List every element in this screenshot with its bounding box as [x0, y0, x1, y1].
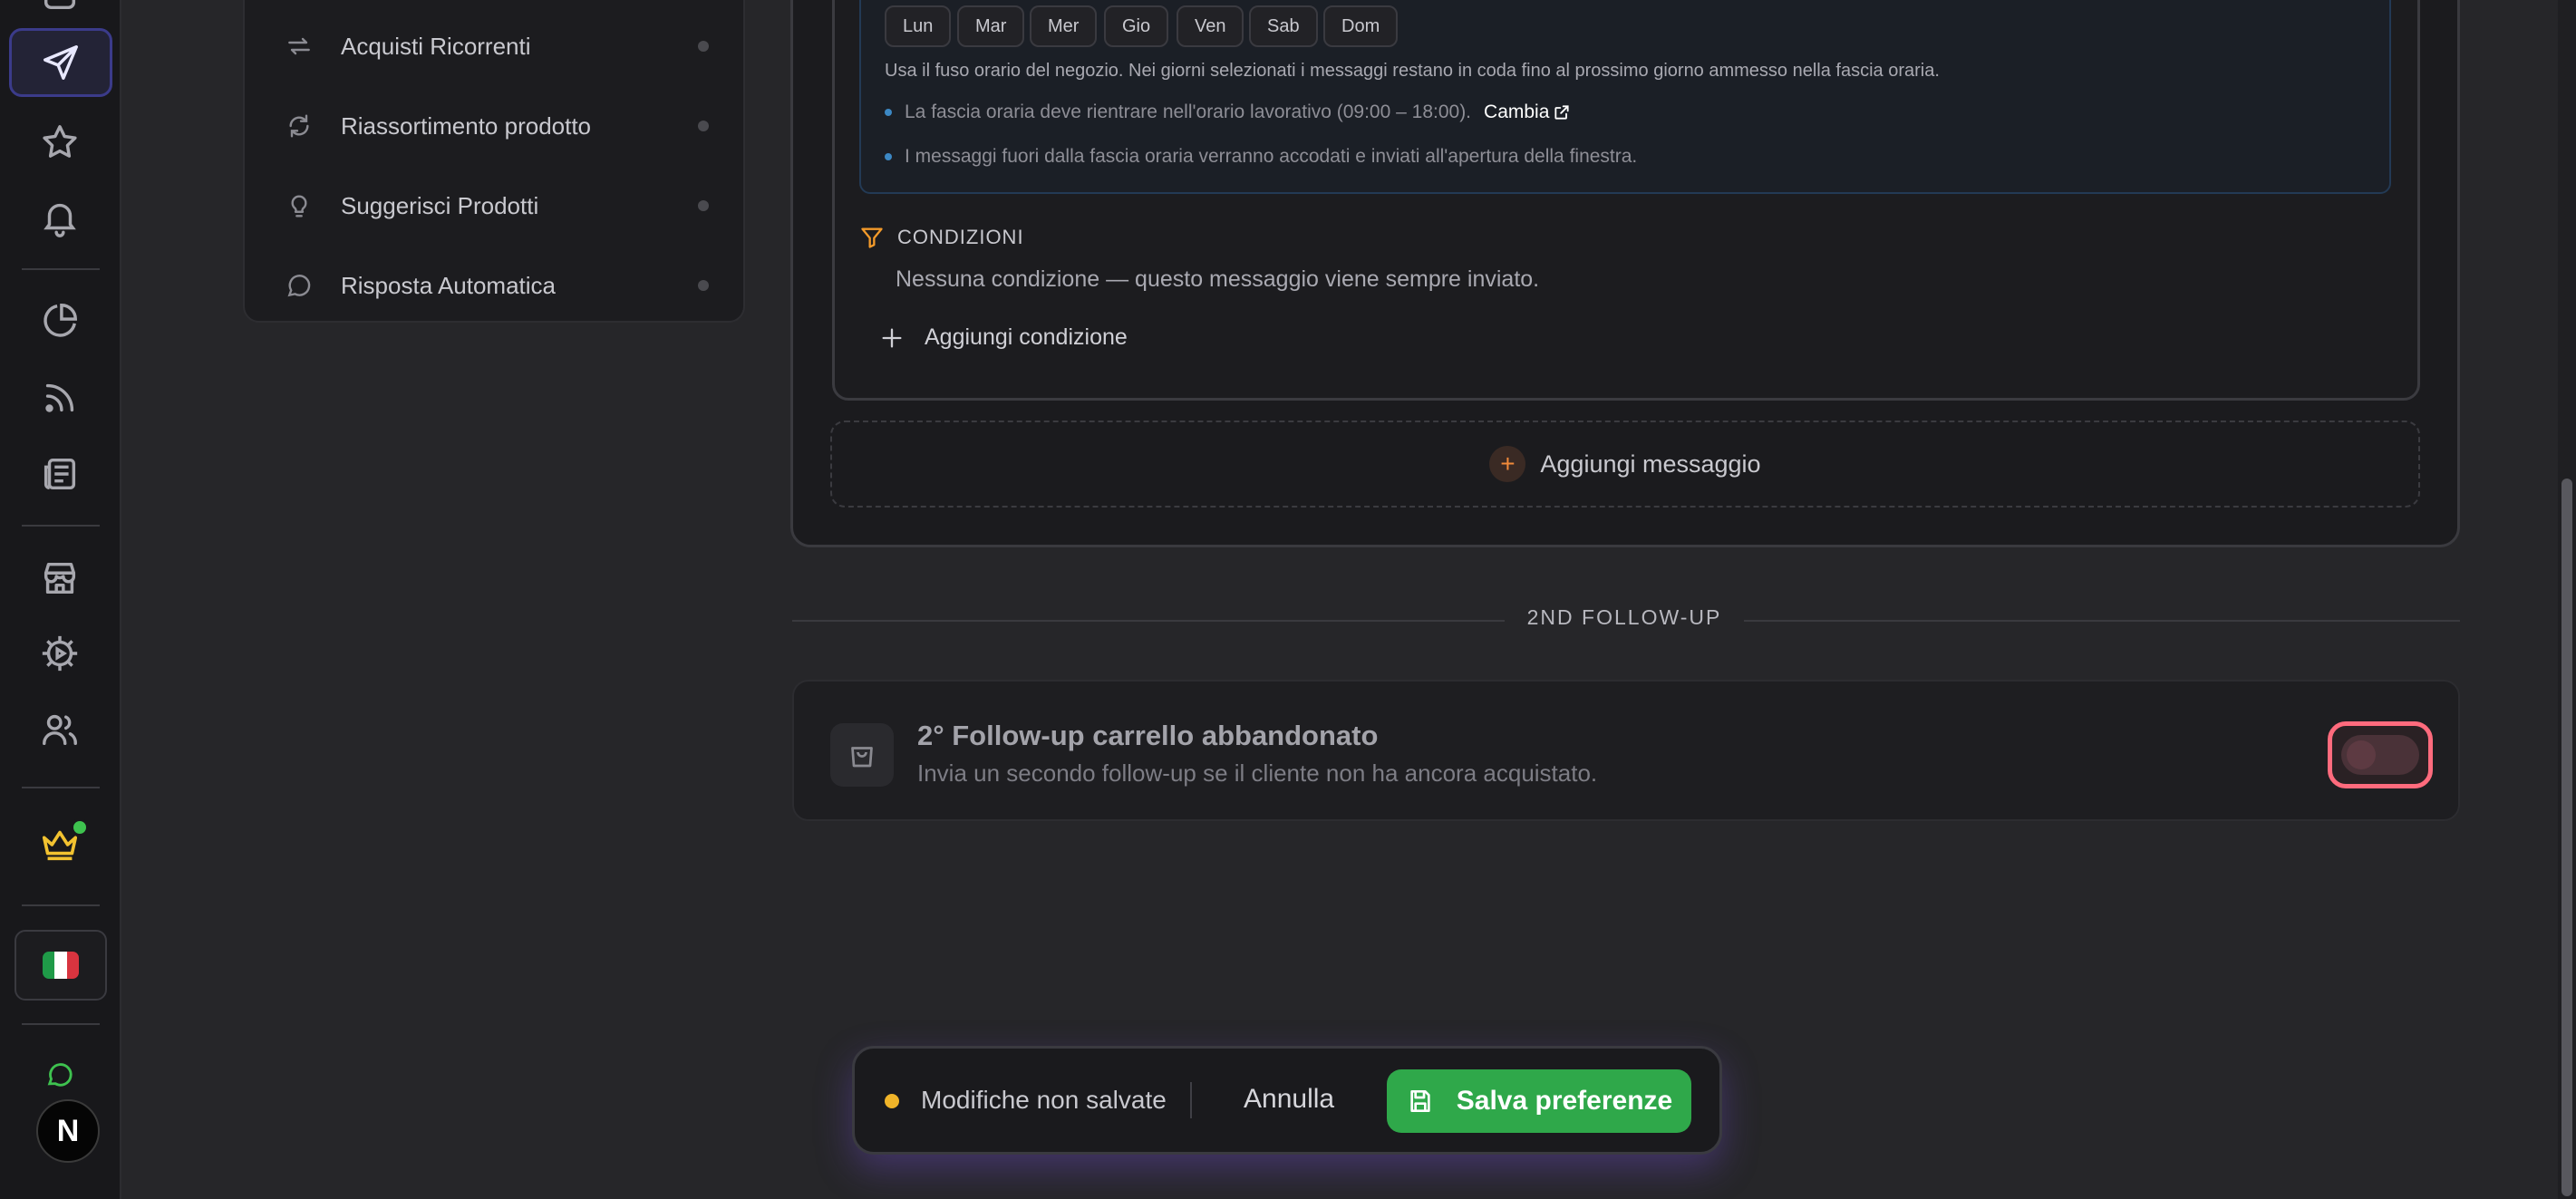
day-chip-sab[interactable]: Sab [1249, 5, 1318, 47]
add-condition-button[interactable]: Aggiungi condizione [879, 324, 1128, 351]
italy-flag-icon [43, 952, 79, 979]
rail-divider [22, 525, 100, 527]
add-message-button[interactable]: + Aggiungi messaggio [830, 421, 2420, 508]
status-dot [698, 121, 709, 131]
rail-divider [22, 787, 100, 788]
scrollbar-thumb[interactable] [2561, 479, 2572, 1196]
message-icon [285, 271, 314, 300]
schedule-bullet: I messaggi fuori dalla fascia oraria ver… [885, 146, 1637, 168]
nav-item-acquisti-ricorrenti[interactable]: Acquisti Ricorrenti [245, 10, 747, 82]
day-chip-mer[interactable]: Mer [1030, 5, 1098, 47]
refresh-icon [285, 111, 314, 140]
save-label: Salva preferenze [1456, 1086, 1673, 1116]
store-icon[interactable] [30, 548, 90, 608]
conditions-heading-label: CONDIZIONI [897, 226, 1024, 248]
day-chip-gio[interactable]: Gio [1104, 5, 1169, 47]
plus-icon [882, 328, 902, 347]
rail-divider [22, 268, 100, 270]
filter-icon [861, 227, 883, 248]
users-icon[interactable] [30, 700, 90, 759]
newspaper-icon[interactable] [30, 444, 90, 504]
pie-chart-icon[interactable] [30, 291, 90, 351]
rss-icon[interactable] [30, 368, 90, 428]
inbox-icon[interactable] [30, 0, 90, 24]
day-chip-ven[interactable]: Ven [1177, 5, 1244, 47]
unsaved-status: Modifiche non salvate [921, 1086, 1167, 1114]
nav-item-risposta-automatica[interactable]: Risposta Automatica [245, 249, 747, 322]
language-selector[interactable] [15, 930, 107, 1001]
toggle-knob [2347, 740, 2376, 769]
status-dot [698, 200, 709, 211]
bell-icon[interactable] [30, 188, 90, 247]
savebar-divider [1190, 1082, 1192, 1118]
cancel-button[interactable]: Annulla [1244, 1084, 1334, 1115]
star-icon[interactable] [30, 112, 90, 172]
conditions-empty-text: Nessuna condizione — questo messaggio vi… [896, 266, 1540, 292]
add-condition-label: Aggiungi condizione [925, 324, 1128, 350]
automation-nav: Acquisti Ricorrenti Riassortimento prodo… [243, 0, 745, 323]
bullet-text: La fascia oraria deve rientrare nell'ora… [905, 102, 1472, 122]
nav-item-label: Suggerisci Prodotti [341, 191, 539, 219]
nav-item-riassortimento[interactable]: Riassortimento prodotto [245, 90, 747, 162]
followup-2-toggle[interactable] [2341, 735, 2419, 775]
nav-item-label: Acquisti Ricorrenti [341, 32, 531, 60]
avatar[interactable]: N [36, 1099, 100, 1163]
app-rail: N [0, 0, 121, 1199]
status-dot [698, 280, 709, 291]
change-hours-link[interactable]: Cambia [1484, 102, 1571, 123]
unsaved-dot [885, 1094, 899, 1108]
plus-icon: + [1489, 446, 1526, 482]
section-divider-line [792, 620, 1505, 622]
day-chip-dom[interactable]: Dom [1323, 5, 1399, 47]
section-divider-line [1744, 620, 2460, 622]
followup-2-toggle-focus [2328, 721, 2433, 788]
save-icon [1410, 1090, 1430, 1112]
repeat-icon [285, 32, 314, 61]
conditions-heading: CONDIZIONI [859, 225, 1024, 250]
day-chip-lun[interactable]: Lun [885, 5, 952, 47]
section-divider-label: 2ND FOLLOW-UP [1526, 605, 1722, 629]
status-dot [698, 41, 709, 52]
lightbulb-icon [285, 191, 314, 220]
timezone-note: Usa il fuso orario del negozio. Nei gior… [885, 61, 1940, 81]
nav-item-label: Riassortimento prodotto [341, 111, 592, 140]
nav-item-label: Risposta Automatica [341, 271, 557, 299]
followup-2-subtitle: Invia un secondo follow-up se il cliente… [917, 759, 1598, 787]
followup-2-title: 2° Follow-up carrello abbandonato [917, 720, 1379, 751]
settings-icon[interactable] [30, 624, 90, 683]
rail-divider [22, 1023, 100, 1025]
bullet-text: I messaggi fuori dalla fascia oraria ver… [905, 146, 1638, 167]
change-link-label: Cambia [1484, 102, 1550, 122]
rail-divider [22, 904, 100, 906]
save-button[interactable]: Salva preferenze [1387, 1069, 1691, 1133]
external-link-icon [1554, 105, 1569, 120]
send-icon[interactable] [9, 28, 112, 97]
shopping-bag-icon [830, 723, 894, 787]
status-dot [71, 818, 89, 836]
day-chip-mar[interactable]: Mar [957, 5, 1025, 47]
nav-item-suggerisci-prodotti[interactable]: Suggerisci Prodotti [245, 169, 747, 242]
chat-icon[interactable] [30, 1048, 90, 1102]
add-message-label: Aggiungi messaggio [1540, 450, 1761, 478]
schedule-bullet: La fascia oraria deve rientrare nell'ora… [885, 102, 1571, 123]
